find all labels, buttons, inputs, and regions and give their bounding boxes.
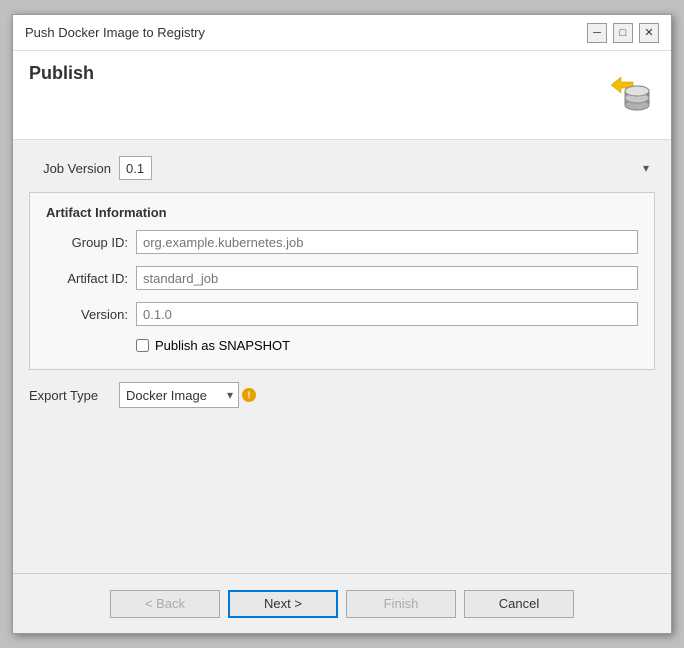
export-type-select[interactable]: Docker Image JAR ZIP (119, 382, 239, 408)
artifact-info-title: Artifact Information (46, 205, 638, 220)
dialog-title: Publish (29, 63, 94, 84)
dialog-body: Job Version 0.1 0.2 1.0 Artifact Informa… (13, 140, 671, 573)
finish-button[interactable]: Finish (346, 590, 456, 618)
minimize-button[interactable]: ─ (587, 23, 607, 43)
version-input[interactable] (136, 302, 638, 326)
export-type-badge: ! (242, 388, 256, 402)
title-bar-controls: ─ □ ✕ (587, 23, 659, 43)
export-type-select-wrapper: Docker Image JAR ZIP (119, 382, 239, 408)
back-button[interactable]: < Back (110, 590, 220, 618)
job-version-label: Job Version (29, 161, 119, 176)
next-button[interactable]: Next > (228, 590, 338, 618)
maximize-button[interactable]: □ (613, 23, 633, 43)
dialog-footer: < Back Next > Finish Cancel (13, 573, 671, 633)
publish-snapshot-checkbox[interactable] (136, 339, 149, 352)
export-type-label: Export Type (29, 388, 119, 403)
job-version-row: Job Version 0.1 0.2 1.0 (29, 156, 655, 180)
version-label: Version: (46, 307, 136, 322)
artifact-information-group: Artifact Information Group ID: Artifact … (29, 192, 655, 370)
artifact-id-row: Artifact ID: (46, 266, 638, 290)
cancel-button[interactable]: Cancel (464, 590, 574, 618)
dialog-header: Publish (13, 51, 671, 140)
export-type-row: Export Type Docker Image JAR ZIP ! (29, 382, 655, 408)
job-version-select-wrapper: 0.1 0.2 1.0 (119, 156, 655, 180)
close-button[interactable]: ✕ (639, 23, 659, 43)
group-id-label: Group ID: (46, 235, 136, 250)
publish-snapshot-label: Publish as SNAPSHOT (155, 338, 290, 353)
artifact-id-label: Artifact ID: (46, 271, 136, 286)
dialog: Push Docker Image to Registry ─ □ ✕ Publ… (12, 14, 672, 634)
snapshot-row: Publish as SNAPSHOT (136, 338, 638, 353)
header-icon (595, 63, 655, 123)
job-version-select[interactable]: 0.1 0.2 1.0 (119, 156, 152, 180)
version-row: Version: (46, 302, 638, 326)
artifact-id-input[interactable] (136, 266, 638, 290)
title-bar: Push Docker Image to Registry ─ □ ✕ (13, 15, 671, 51)
group-id-input[interactable] (136, 230, 638, 254)
title-bar-text: Push Docker Image to Registry (25, 25, 205, 40)
group-id-row: Group ID: (46, 230, 638, 254)
